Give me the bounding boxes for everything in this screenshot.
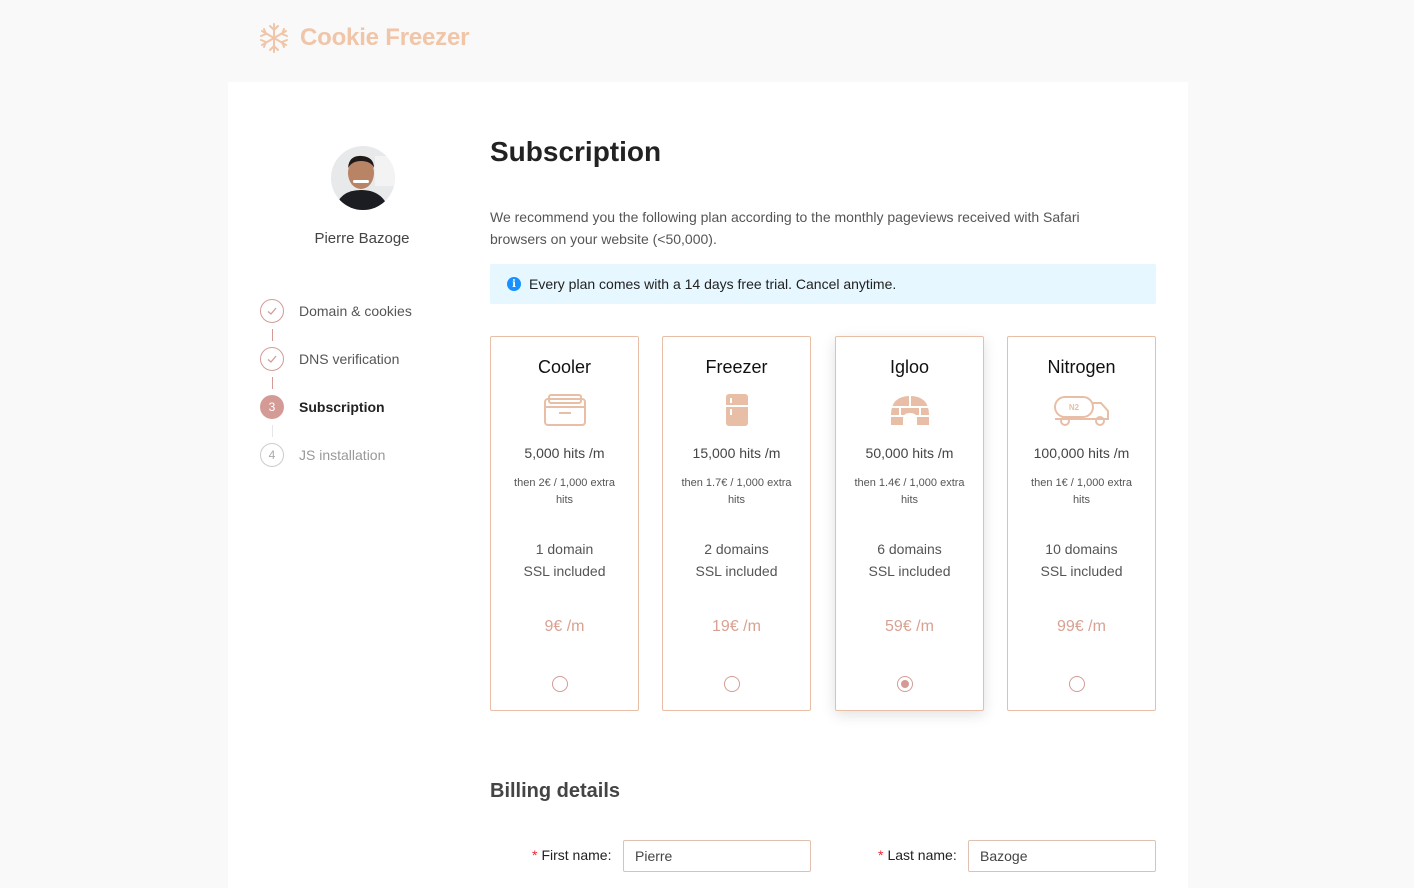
info-icon: i bbox=[507, 277, 521, 291]
plan-ssl: SSL included bbox=[523, 563, 606, 579]
step-subscription[interactable]: 3 Subscription bbox=[260, 395, 412, 443]
fridge-icon bbox=[725, 394, 748, 426]
step-connector bbox=[272, 377, 273, 389]
steps-nav: Domain & cookies DNS verification 3 Subs… bbox=[260, 299, 412, 491]
plan-name: Igloo bbox=[889, 357, 930, 377]
step-js-installation[interactable]: 4 JS installation bbox=[260, 443, 412, 491]
step-label: Domain & cookies bbox=[299, 303, 412, 319]
plan-radio[interactable] bbox=[552, 676, 568, 692]
brand-name: Cookie Freezer bbox=[300, 24, 470, 51]
plan-card-freezer[interactable]: Freezer 15,000 hits /m then 1.7€ / 1,000… bbox=[662, 336, 811, 711]
first-name-input[interactable] bbox=[623, 840, 811, 872]
plan-ssl: SSL included bbox=[868, 563, 951, 579]
alert-text: Every plan comes with a 14 days free tri… bbox=[529, 276, 897, 292]
required-mark: * bbox=[532, 847, 538, 863]
plan-extra: then 1.7€ / 1,000 extra hits bbox=[681, 477, 792, 506]
plan-card-igloo[interactable]: Igloo 50,000 hits /m then 1.4€ / 1,000 e… bbox=[835, 336, 984, 711]
brand-logo[interactable]: Cookie Freezer bbox=[258, 20, 469, 56]
user-name: Pierre Bazoge bbox=[314, 230, 410, 247]
check-icon bbox=[260, 347, 284, 371]
first-name-label: * First name: bbox=[532, 847, 612, 863]
billing-title: Billing details bbox=[490, 780, 621, 802]
step-label: JS installation bbox=[299, 447, 386, 463]
plan-extra: then 1.4€ / 1,000 extra hits bbox=[854, 477, 965, 506]
step-domain-cookies[interactable]: Domain & cookies bbox=[260, 299, 412, 347]
step-number: 3 bbox=[260, 395, 284, 419]
cooler-icon bbox=[543, 394, 586, 426]
avatar bbox=[331, 146, 395, 210]
required-mark: * bbox=[878, 847, 884, 863]
last-name-label-text: Last name bbox=[887, 847, 953, 863]
igloo-icon bbox=[890, 396, 929, 425]
plan-ssl: SSL included bbox=[695, 563, 778, 579]
first-name-label-text: First name bbox=[541, 847, 608, 863]
plan-ssl: SSL included bbox=[1040, 563, 1123, 579]
plan-extra: then 2€ / 1,000 extra hits bbox=[514, 477, 615, 506]
step-label: DNS verification bbox=[299, 351, 400, 367]
step-number: 4 bbox=[260, 443, 284, 467]
plan-hits: 100,000 hits /m bbox=[1033, 445, 1130, 461]
user-photo bbox=[331, 146, 395, 210]
plan-extra: then 1€ / 1,000 extra hits bbox=[1031, 477, 1132, 506]
plan-hits: 50,000 hits /m bbox=[865, 445, 954, 461]
plan-price: 99€ /m bbox=[1057, 618, 1106, 635]
plan-radio[interactable] bbox=[897, 676, 913, 692]
step-connector bbox=[272, 329, 273, 341]
plan-domains: 10 domains bbox=[1045, 541, 1118, 557]
last-name-input[interactable] bbox=[968, 840, 1156, 872]
intro-text: We recommend you the following plan acco… bbox=[490, 209, 1080, 247]
step-label: Subscription bbox=[299, 399, 385, 415]
plan-domains: 6 domains bbox=[877, 541, 942, 557]
plan-radio[interactable] bbox=[724, 676, 740, 692]
plan-card-nitrogen[interactable]: Nitrogen N2 100,000 hits /m then 1€ / 1,… bbox=[1007, 336, 1156, 711]
plan-price: 19€ /m bbox=[712, 618, 761, 635]
plan-name: Freezer bbox=[705, 357, 768, 377]
n2-truck-icon: N2 bbox=[1053, 396, 1109, 426]
plan-hits: 5,000 hits /m bbox=[524, 445, 605, 461]
plan-domains: 1 domain bbox=[535, 541, 594, 557]
step-dns-verification[interactable]: DNS verification bbox=[260, 347, 412, 395]
snowflake-icon bbox=[260, 23, 288, 53]
last-name-label: * Last name: bbox=[878, 847, 957, 863]
plan-price: 59€ /m bbox=[885, 618, 934, 635]
n2-label: N2 bbox=[1068, 403, 1079, 412]
check-icon bbox=[260, 299, 284, 323]
plan-name: Cooler bbox=[537, 357, 592, 377]
trial-alert: i Every plan comes with a 14 days free t… bbox=[490, 264, 1156, 304]
plan-card-cooler[interactable]: Cooler 5,000 hits /m then 2€ / 1,000 ext… bbox=[490, 336, 639, 711]
plan-name: Nitrogen bbox=[1047, 357, 1116, 377]
plan-radio[interactable] bbox=[1069, 676, 1085, 692]
plan-price: 9€ /m bbox=[544, 618, 585, 635]
plan-hits: 15,000 hits /m bbox=[692, 445, 781, 461]
plan-domains: 2 domains bbox=[704, 541, 769, 557]
step-connector bbox=[272, 425, 273, 437]
page-title: Subscription bbox=[490, 136, 662, 167]
